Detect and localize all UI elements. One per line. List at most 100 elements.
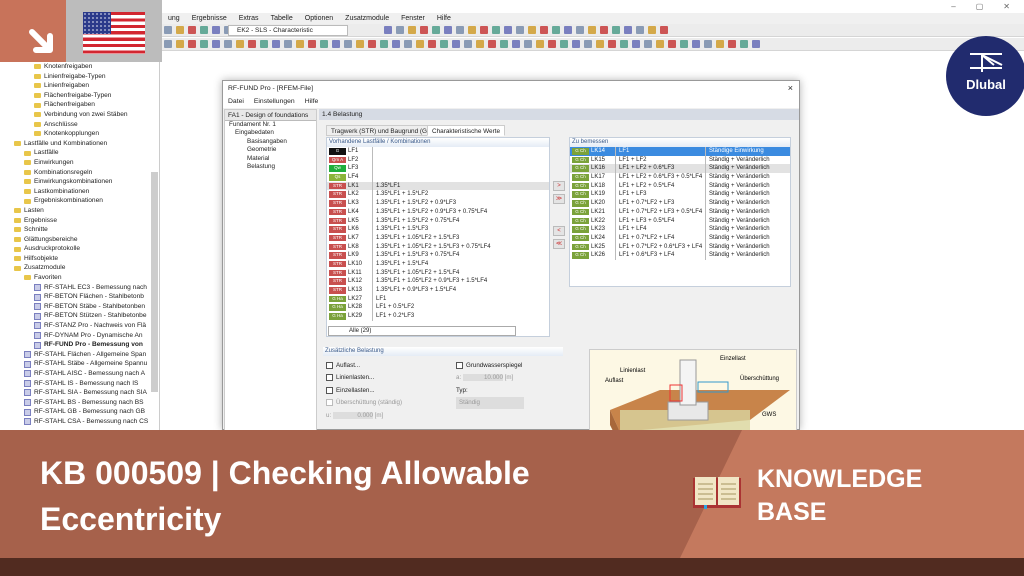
table-row[interactable]: STR LK4 1.35*LF1 + 1.5*LF2 + 0.9*LF3 + 0.7…	[327, 207, 549, 217]
toolbar-button-icon[interactable]	[560, 40, 568, 48]
tree-item[interactable]: RF-STAHL BS - Bemessung nach BS	[0, 398, 159, 408]
tree-item[interactable]: RF-BETON Flächen - Stahlbetonb	[0, 292, 159, 302]
table-row[interactable]: STR LK5 1.35*LF1 + 1.5*LF2 + 0.75*LF4	[327, 216, 549, 226]
toolbar-button-icon[interactable]	[624, 26, 632, 34]
tree-item[interactable]: Ergebnisse	[0, 216, 159, 226]
toolbar-button-icon[interactable]	[416, 40, 424, 48]
toolbar-button-icon[interactable]	[384, 26, 392, 34]
toolbar-button-icon[interactable]	[396, 26, 404, 34]
table-row[interactable]: G Ch LK25 LF1 + 0.7*LF2 + 0.6*LF3 + LF4 Stä…	[570, 242, 790, 252]
nav-item[interactable]: Geometrie	[225, 146, 316, 154]
navigator-scrollbar[interactable]	[151, 172, 158, 392]
toolbar-button-icon[interactable]	[248, 40, 256, 48]
menu-item[interactable]: Ergebnisse	[192, 15, 227, 22]
toolbar-button-icon[interactable]	[704, 40, 712, 48]
toolbar-button-icon[interactable]	[512, 40, 520, 48]
tree-item[interactable]: Kombinationsregeln	[0, 168, 159, 178]
table-row[interactable]: G Ha LK27 LF1	[327, 294, 549, 304]
toolbar-button-icon[interactable]	[284, 40, 292, 48]
table-row[interactable]: G Ch LK21 LF1 + 0.7*LF2 + LF3 + 0.5*LF4 Stä…	[570, 207, 790, 217]
add-icon[interactable]: >	[553, 181, 565, 191]
tree-item[interactable]: Ausdruckprotokolle	[0, 244, 159, 254]
tree-item[interactable]: RF-STAHL GB - Bemessung nach GB	[0, 407, 159, 417]
tree-item[interactable]: Lastfälle und Kombinationen	[0, 139, 159, 149]
toolbar-button-icon[interactable]	[236, 40, 244, 48]
tree-item[interactable]: RF-DYNAM Pro - Dynamische An	[0, 331, 159, 341]
toolbar-button-icon[interactable]	[468, 26, 476, 34]
table-row[interactable]: G Ch LK16 LF1 + LF2 + 0.6*LF3 Ständig + Ver…	[570, 164, 790, 174]
case-type[interactable]: Ständige Einwirkung	[705, 147, 790, 156]
minimize-icon[interactable]: –	[951, 2, 955, 11]
linienlasten-checkbox[interactable]: Linienlasten...	[326, 372, 456, 385]
table-row[interactable]: G Ch LK19 LF1 + LF3 Ständig + Veränderlich	[570, 190, 790, 200]
tree-item[interactable]: Favoriten	[0, 273, 159, 283]
toolbar-button-icon[interactable]	[492, 26, 500, 34]
toolbar-button-icon[interactable]	[548, 40, 556, 48]
table-row[interactable]: STR LK7 1.35*LF1 + 1.05*LF2 + 1.5*LF3	[327, 233, 549, 243]
toolbar-button-icon[interactable]	[488, 40, 496, 48]
toolbar-button-icon[interactable]	[500, 40, 508, 48]
tree-item[interactable]: Flächenfreigaben	[0, 100, 159, 110]
tree-item[interactable]: Knotenkopplungen	[0, 129, 159, 139]
toolbar-button-icon[interactable]	[504, 26, 512, 34]
tree-item[interactable]: RF-STANZ Pro - Nachweis von Flä	[0, 321, 159, 331]
table-row[interactable]: STR LK1 1.35*LF1	[327, 181, 549, 191]
einzellasten-checkbox[interactable]: Einzellasten...	[326, 384, 456, 397]
toolbar-button-icon[interactable]	[464, 40, 472, 48]
toolbar-button-icon[interactable]	[452, 40, 460, 48]
toolbar-button-icon[interactable]	[456, 26, 464, 34]
toolbar-button-icon[interactable]	[576, 26, 584, 34]
table-row[interactable]: G Ha LK28 LF1 + 0.5*LF2	[327, 303, 549, 313]
toolbar-button-icon[interactable]	[212, 26, 220, 34]
us-flag-icon[interactable]	[83, 12, 145, 54]
toolbar-button-icon[interactable]	[188, 40, 196, 48]
toolbar-button-icon[interactable]	[528, 26, 536, 34]
menu-item[interactable]: Hilfe	[437, 15, 451, 22]
table-row[interactable]: STR LK12 1.35*LF1 + 1.05*LF2 + 0.9*LF3 + 1…	[327, 277, 549, 286]
typ-select[interactable]: Ständig	[456, 396, 524, 409]
tree-item[interactable]: RF-STAHL EC3 - Bemessung nach	[0, 283, 159, 293]
dialog-menu-item[interactable]: Hilfe	[305, 98, 319, 106]
toolbar-button-icon[interactable]	[432, 26, 440, 34]
tree-item[interactable]: Lasten	[0, 206, 159, 216]
load-case-select[interactable]: EK2 - SLS - Characteristic	[228, 25, 348, 36]
tree-item[interactable]: Linienfreigabe-Typen	[0, 72, 159, 82]
toolbar-button-icon[interactable]	[644, 40, 652, 48]
tree-item[interactable]: RF-FUND Pro - Bemessung von	[0, 340, 159, 350]
toolbar-button-icon[interactable]	[368, 40, 376, 48]
tree-item[interactable]: Knotenfreigaben	[0, 62, 159, 72]
tree-item[interactable]: RF-BETON Stäbe - Stahlbetonben	[0, 302, 159, 312]
table-row[interactable]: Qm A LF2	[327, 155, 549, 165]
tab-characteristic[interactable]: Charakteristische Werte	[427, 125, 506, 136]
tree-item[interactable]: RF-BETON Stützen - Stahlbetonbe	[0, 311, 159, 321]
menu-item[interactable]: Extras	[239, 15, 259, 22]
table-row[interactable]: Qs LF4	[327, 173, 549, 182]
tab-str-geo[interactable]: Tragwerk (STR) und Baugrund (GEO)	[326, 125, 444, 136]
toolbar-button-icon[interactable]	[572, 40, 580, 48]
tree-item[interactable]: Flächenfreigabe-Typen	[0, 91, 159, 101]
toolbar-button-icon[interactable]	[516, 26, 524, 34]
table-row[interactable]: STR LK3 1.35*LF1 + 1.5*LF2 + 0.9*LF3	[327, 199, 549, 208]
close-icon[interactable]: ✕	[1003, 2, 1010, 11]
toolbar-button-icon[interactable]	[612, 26, 620, 34]
toolbar-button-icon[interactable]	[524, 40, 532, 48]
menu-item[interactable]: ung	[168, 15, 180, 22]
toolbar-button-icon[interactable]	[540, 26, 548, 34]
close-icon[interactable]: ×	[788, 83, 793, 93]
toolbar-button-icon[interactable]	[648, 26, 656, 34]
table-row[interactable]: G Ch LK14 LF1 Ständige Einwirkung	[570, 147, 790, 156]
table-row[interactable]: G Ch LK15 LF1 + LF2 Ständig + Veränderlich	[570, 155, 790, 165]
toolbar-button-icon[interactable]	[260, 40, 268, 48]
nav-item[interactable]: Fundament Nr. 1	[225, 121, 316, 129]
table-row[interactable]: G Ch LK24 LF1 + 0.7*LF2 + LF4 Ständig + Ver…	[570, 233, 790, 243]
table-row[interactable]: STR LK9 1.35*LF1 + 1.5*LF3 + 0.75*LF4	[327, 251, 549, 260]
a-field[interactable]: a: 10.000 [m]	[456, 372, 524, 385]
nav-item[interactable]: Basisangaben	[225, 138, 316, 146]
dialog-menu-item[interactable]: Einstellungen	[254, 98, 295, 106]
nav-item[interactable]: Eingabedaten	[225, 129, 316, 137]
toolbar-button-icon[interactable]	[272, 40, 280, 48]
toolbar-button-icon[interactable]	[716, 40, 724, 48]
toolbar-button-icon[interactable]	[296, 40, 304, 48]
toolbar-button-icon[interactable]	[164, 40, 172, 48]
tree-item[interactable]: RF-STAHL Flächen - Allgemeine Span	[0, 350, 159, 360]
